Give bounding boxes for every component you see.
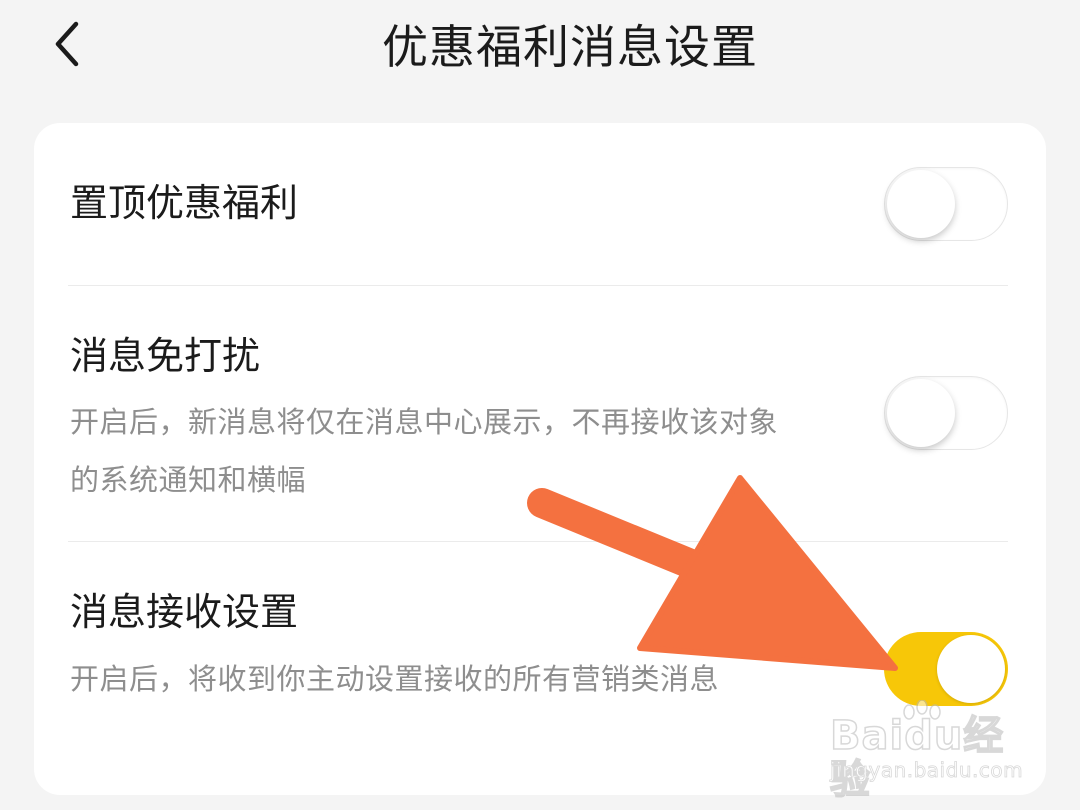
toggle-knob xyxy=(887,170,955,238)
settings-card: 置顶优惠福利 消息免打扰 开启后，新消息将仅在消息中心展示，不再接收该对象的系统… xyxy=(34,123,1046,795)
setting-row-pin-deals: 置顶优惠福利 xyxy=(34,123,1046,285)
watermark-logo: Baidu经验 jingyan.baidu.com xyxy=(829,700,1030,803)
setting-title: 消息免打扰 xyxy=(70,334,261,378)
watermark-url: jingyan.baidu.com xyxy=(830,758,1024,783)
setting-row-do-not-disturb: 消息免打扰 开启后，新消息将仅在消息中心展示，不再接收该对象的系统通知和横幅 xyxy=(34,286,1046,541)
setting-title: 置顶优惠福利 xyxy=(70,181,299,225)
message-receive-toggle[interactable] xyxy=(884,632,1008,706)
setting-description: 开启后，将收到你主动设置接收的所有营销类消息 xyxy=(70,662,720,696)
do-not-disturb-toggle[interactable] xyxy=(884,376,1008,450)
setting-description: 开启后，新消息将仅在消息中心展示，不再接收该对象的系统通知和横幅 xyxy=(70,405,779,497)
toggle-knob xyxy=(887,379,955,447)
setting-title: 消息接收设置 xyxy=(70,590,299,634)
header-bar: 优惠福利消息设置 xyxy=(0,0,1080,110)
page-title: 优惠福利消息设置 xyxy=(382,20,758,74)
pin-deals-toggle[interactable] xyxy=(884,167,1008,241)
toggle-knob xyxy=(937,635,1005,703)
